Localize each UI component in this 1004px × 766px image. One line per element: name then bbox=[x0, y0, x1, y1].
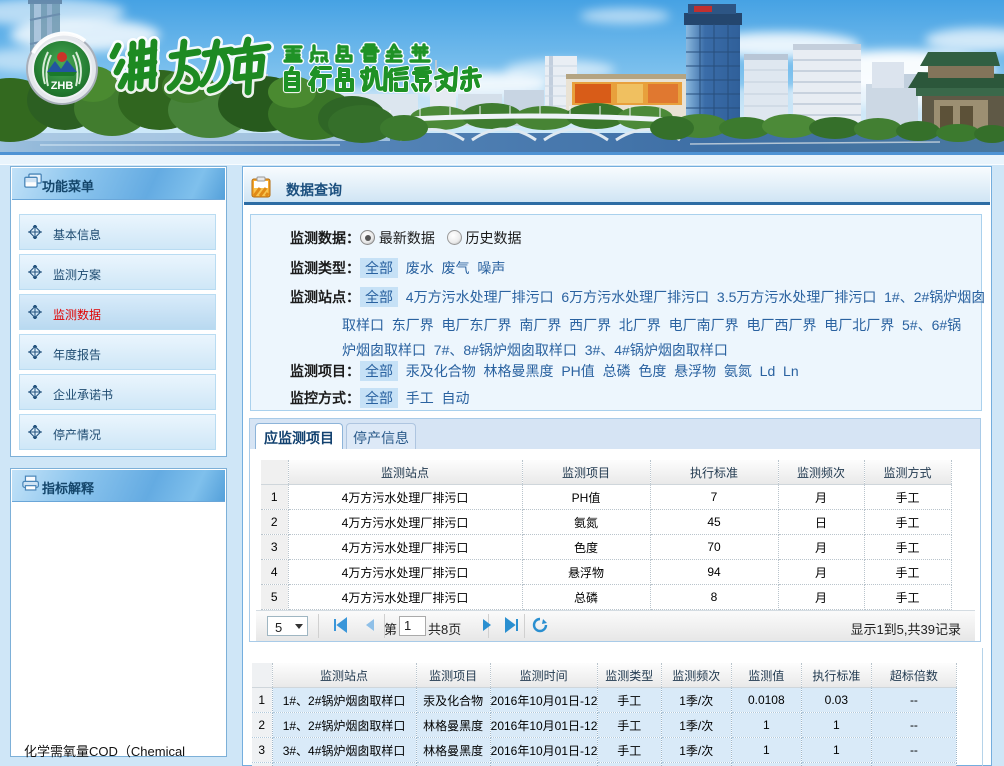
svg-text:ZHB: ZHB bbox=[51, 80, 74, 92]
